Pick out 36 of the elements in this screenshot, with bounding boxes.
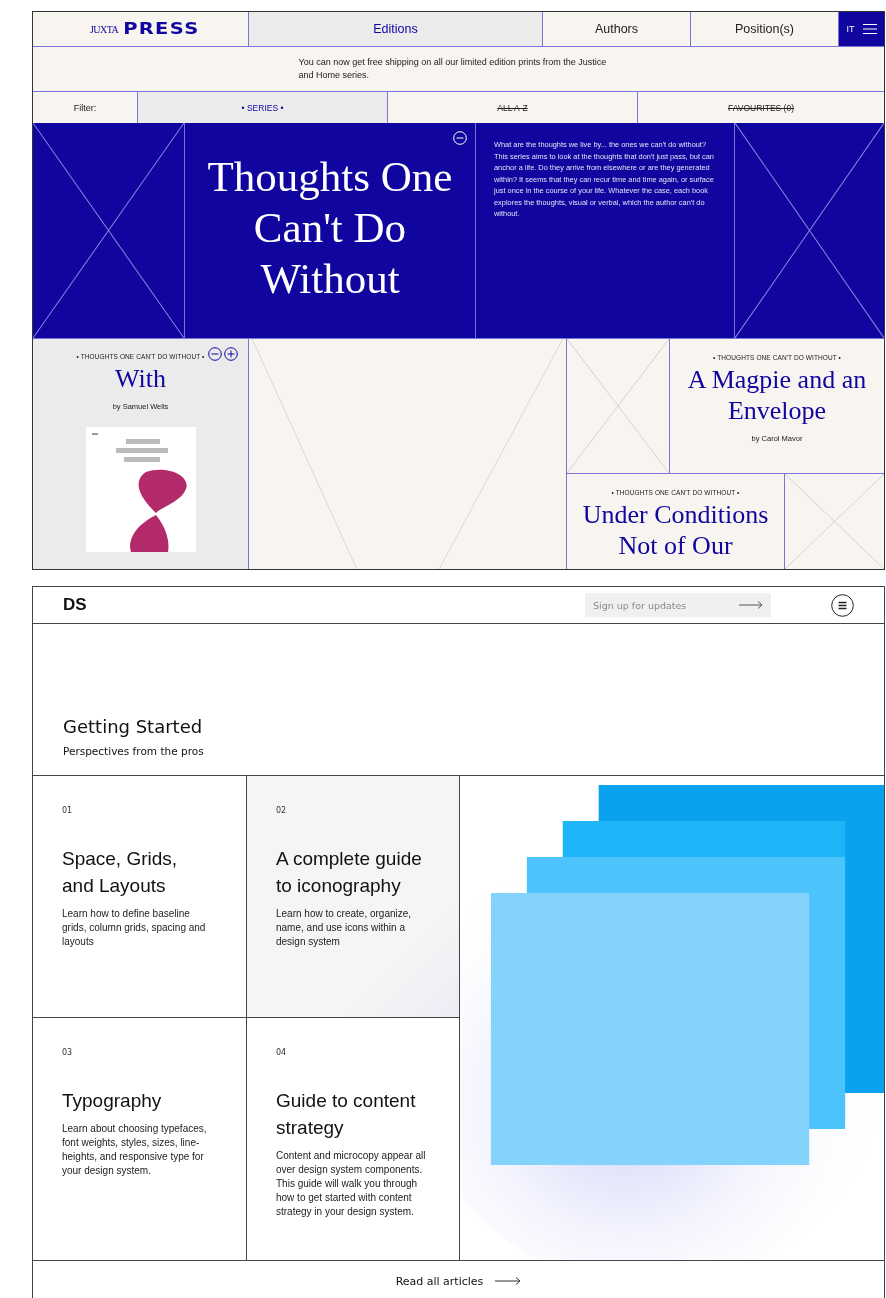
book-title[interactable]: A Magpie and an Envelope <box>670 364 884 426</box>
article-title: Space, Grids, and Layouts <box>62 847 179 898</box>
article-number: 01 <box>62 806 74 815</box>
article-number: 03 <box>62 1048 74 1057</box>
filter-label: Filter: <box>73 102 97 113</box>
shipping-notice: You can now get free shipping on all our limited edition prints from the Justice and Home series. <box>298 56 608 82</box>
filter-tab[interactable]: FAVOURITES (0) <box>638 92 884 123</box>
article-description: Content and microcopy appear all over design system components. This guide will walk you through how to get started with content strategy in your design system. <box>276 1149 427 1219</box>
article-card[interactable]: 03 Typography Learn about choosing typefaces, font weights, styles, sizes, line-heights, and responsive type for your design system. <box>33 1018 247 1260</box>
language-switch[interactable]: IT <box>846 24 855 34</box>
section-subheading: Perspectives from the pros <box>63 745 205 757</box>
article-title: Typography <box>62 1089 163 1113</box>
menu-icon[interactable] <box>831 593 854 617</box>
article-description: Learn about choosing typefaces, font weights, styles, sizes, line-heights, and responsive type for your design system. <box>62 1122 208 1178</box>
arrow-right-icon[interactable] <box>739 601 763 609</box>
plus-icon[interactable] <box>224 347 238 361</box>
arrow-right-icon[interactable] <box>495 1277 522 1285</box>
nav-tab[interactable]: Authors <box>543 12 691 46</box>
filter-tab[interactable]: • SERIES • <box>138 92 388 123</box>
minus-icon[interactable] <box>208 347 222 361</box>
article-description: Learn how to define baseline grids, column grids, spacing and layouts <box>62 907 207 949</box>
series-title: Thoughts One Can't Do Without <box>206 152 454 304</box>
article-number: 04 <box>276 1048 288 1057</box>
section-heading: Getting Started <box>63 716 204 737</box>
site-logo[interactable]: DS <box>63 595 87 615</box>
article-title: A complete guide to iconography <box>276 847 423 898</box>
read-all-link[interactable]: Read all articles <box>395 1274 484 1288</box>
article-description: Learn how to create, organize, name, and use icons within a design system <box>276 907 413 949</box>
book-title[interactable]: Under Conditions Not of Our <box>567 499 784 561</box>
signup-field[interactable]: Sign up for updates <box>585 593 771 617</box>
article-number: 02 <box>276 806 288 815</box>
article-card[interactable]: 02 A complete guide to iconography Learn how to create, organize, name, and use icons within a design system <box>247 776 460 1018</box>
collapse-icon[interactable] <box>453 131 467 145</box>
article-title: Guide to content strategy <box>276 1089 417 1140</box>
nav-tab[interactable]: Editions <box>249 12 543 46</box>
book-title[interactable]: With <box>115 363 166 394</box>
